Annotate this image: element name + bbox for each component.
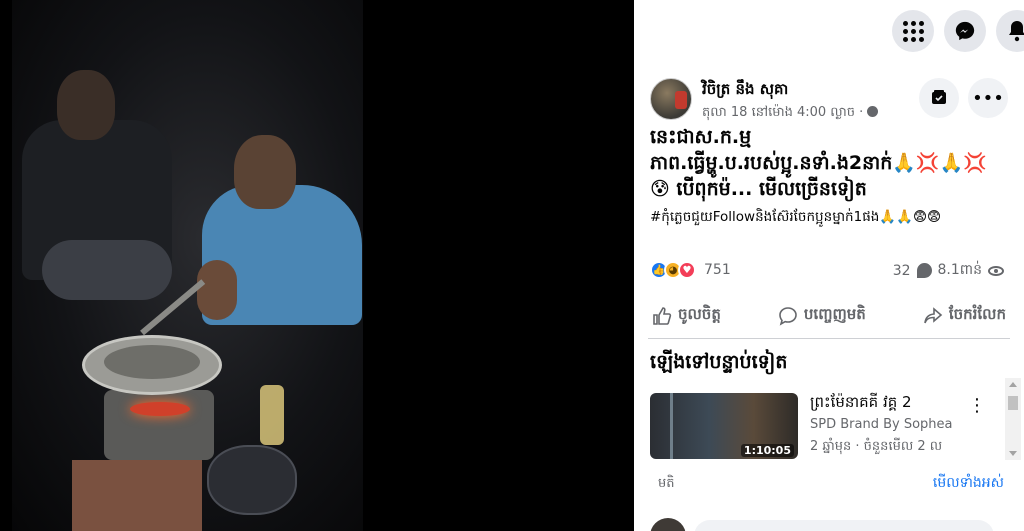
scroll-thumb[interactable] bbox=[1008, 396, 1018, 410]
section-divider bbox=[648, 338, 1010, 339]
comment-button[interactable]: បញ្ចេញមតិ bbox=[774, 299, 870, 333]
menu-button[interactable] bbox=[892, 10, 934, 52]
save-button[interactable] bbox=[919, 78, 959, 118]
suggested-video[interactable]: 1:10:05 ព្រះម៉ែនាគគី វគ្គ 2 SPD Brand By… bbox=[650, 393, 1000, 463]
love-reaction-icon: ♥ bbox=[678, 261, 696, 279]
suggested-more-icon[interactable]: ⋮ bbox=[968, 395, 986, 416]
top-bar bbox=[634, 0, 1024, 64]
person-left-legs bbox=[42, 240, 172, 300]
comments-header: មតិ មើលទាំងអស់ bbox=[648, 470, 1010, 498]
comment-icon bbox=[916, 263, 932, 278]
reaction-summary[interactable]: 👍 ◕ ♥ 751 bbox=[650, 260, 731, 280]
video-stage[interactable] bbox=[0, 0, 634, 531]
messenger-icon bbox=[955, 21, 975, 41]
post-caption: នេះជាស.ក.ម្មភាព.ធ្វើម្ហូ.ប.របស់ប្អូ.នទាំ… bbox=[650, 124, 990, 202]
comment-label: បញ្ចេញមតិ bbox=[803, 305, 866, 323]
notifications-button[interactable] bbox=[996, 10, 1024, 52]
post-stats: 32 8.1ពាន់ bbox=[893, 260, 1004, 281]
globe-icon bbox=[867, 106, 879, 117]
suggested-video-channel[interactable]: SPD Brand By Sophea bbox=[810, 417, 953, 432]
comment-bubble-icon bbox=[779, 307, 797, 326]
suggested-video-title[interactable]: ព្រះម៉ែនាគគី វគ្គ 2 bbox=[810, 393, 912, 415]
thumbs-up-icon bbox=[653, 307, 672, 325]
stove bbox=[104, 390, 214, 460]
wok-inside bbox=[104, 345, 200, 379]
oil-bottle bbox=[260, 385, 284, 445]
like-button[interactable]: ចូលចិត្ត bbox=[648, 299, 725, 333]
messenger-button[interactable] bbox=[944, 10, 986, 52]
up-next-heading: ឡើងទៅបន្ទាប់ទៀត bbox=[650, 351, 788, 373]
scroll-down-arrow-icon[interactable] bbox=[1009, 451, 1017, 456]
author-name[interactable]: វិចិត្រ នឹង សុគា bbox=[702, 80, 788, 102]
post-actions: ចូលចិត្ត បញ្ចេញមតិ ចែករំលែក bbox=[648, 296, 1010, 336]
pot bbox=[207, 445, 297, 515]
person-left-head bbox=[57, 70, 115, 140]
scroll-up-arrow-icon[interactable] bbox=[1009, 382, 1017, 387]
post-timestamp[interactable]: តុលា 18 នៅម៉ោង 4:00 ល្ងាច · bbox=[702, 105, 867, 120]
reaction-count: 751 bbox=[704, 262, 731, 278]
bell-icon bbox=[1009, 21, 1024, 42]
like-label: ចូលចិត្ត bbox=[678, 305, 721, 323]
eye-icon bbox=[988, 265, 1004, 276]
see-all-link[interactable]: មើលទាំងអស់ bbox=[933, 473, 1004, 494]
person-right-head bbox=[234, 135, 296, 209]
comment-composer bbox=[648, 516, 1010, 531]
share-label: ចែករំលែក bbox=[948, 305, 1006, 323]
bookmark-icon bbox=[932, 90, 946, 104]
suggested-video-meta: 2 ឆ្នាំមុន · ចំនួនមើល 2 ល bbox=[810, 439, 943, 454]
video-thumbnail[interactable]: 1:10:05 bbox=[650, 393, 798, 459]
share-button[interactable]: ចែករំលែក bbox=[919, 299, 1010, 333]
video-duration: 1:10:05 bbox=[740, 444, 794, 457]
video-frame[interactable] bbox=[12, 0, 363, 531]
user-avatar bbox=[650, 518, 686, 531]
post-meta: តុលា 18 នៅម៉ោង 4:00 ល្ងាច · bbox=[702, 104, 879, 123]
view-count: 8.1ពាន់ bbox=[937, 262, 982, 278]
bricks bbox=[72, 460, 202, 531]
comment-count[interactable]: 32 bbox=[893, 263, 911, 279]
grid-menu-icon bbox=[902, 20, 924, 42]
scrollbar[interactable] bbox=[1005, 378, 1021, 460]
person-right-arm bbox=[197, 260, 237, 320]
share-arrow-icon bbox=[924, 307, 943, 324]
more-options-button[interactable]: ••• bbox=[968, 78, 1008, 118]
more-icon: ••• bbox=[972, 87, 1004, 109]
comments-label: មតិ bbox=[658, 476, 675, 491]
fire bbox=[130, 402, 190, 416]
see-more-link[interactable]: មើលច្រើនទៀត bbox=[759, 178, 867, 200]
post-hashtag[interactable]: #កុំភ្លេចជួយFollowនិងស៊ែរចែកប្អូនម្នាក់1… bbox=[650, 206, 995, 228]
author-avatar[interactable] bbox=[650, 78, 692, 120]
comment-input[interactable] bbox=[694, 520, 994, 531]
